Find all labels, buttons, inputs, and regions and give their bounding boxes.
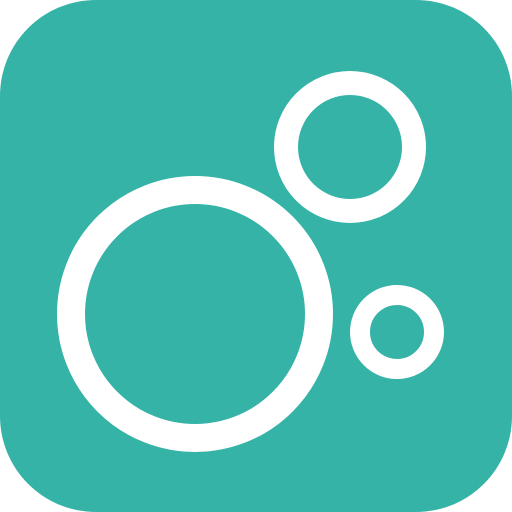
bubbles-icon bbox=[0, 0, 512, 512]
app-icon[interactable] bbox=[0, 0, 512, 512]
